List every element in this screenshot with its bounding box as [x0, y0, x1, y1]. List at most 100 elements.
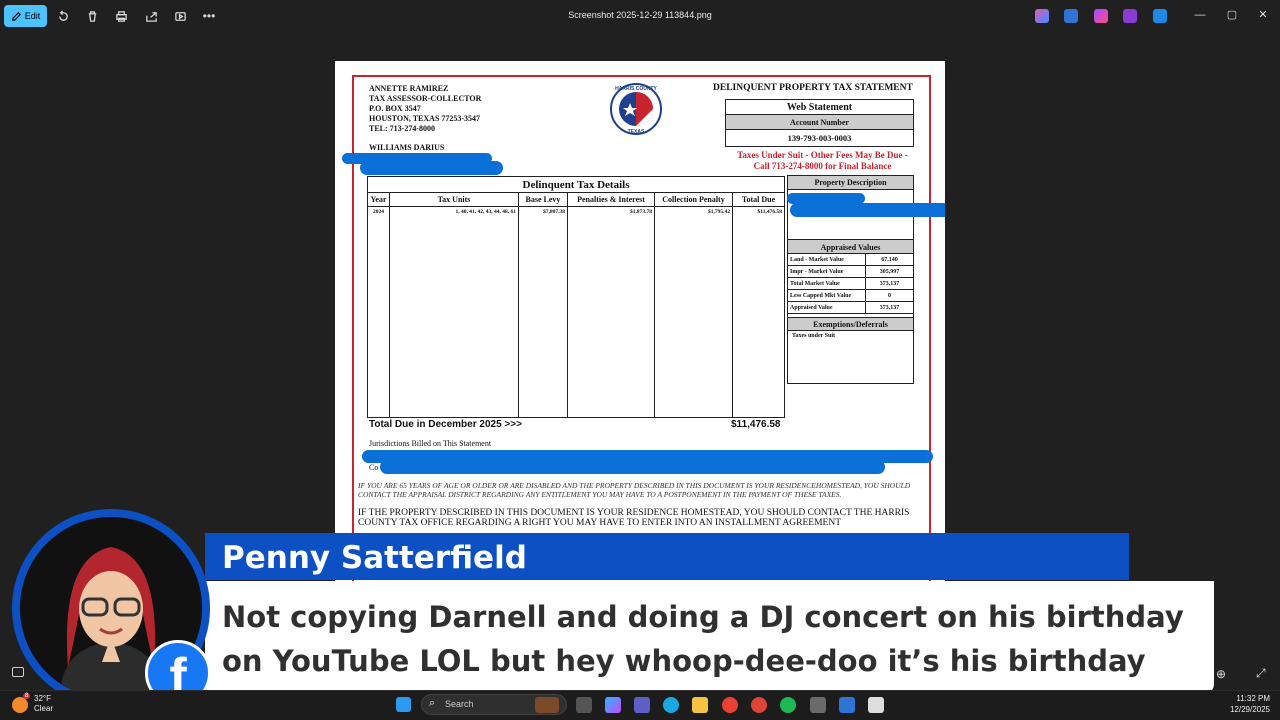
- designer-icon[interactable]: [1094, 9, 1108, 23]
- column-header: Tax Units: [390, 193, 519, 206]
- exemptions-value: Taxes under Suit: [787, 331, 914, 384]
- filmstrip-icon[interactable]: [12, 667, 24, 677]
- onedrive-icon[interactable]: [1153, 9, 1167, 23]
- suit-notice: Taxes Under Suit - Other Fees May Be Due…: [737, 150, 908, 171]
- column-header: Base Levy: [519, 193, 568, 206]
- file-explorer-icon[interactable]: [692, 697, 708, 713]
- search-icon: ⌕: [429, 697, 436, 709]
- redaction-mark: [790, 203, 945, 217]
- search-highlight-icon[interactable]: [535, 697, 559, 713]
- table-cell: 2024: [368, 207, 390, 417]
- account-number-label: Account Number: [726, 115, 913, 130]
- appraised-value: 0: [888, 293, 891, 299]
- redaction-mark: [380, 460, 885, 474]
- table-cell: $11,476.58: [757, 209, 782, 215]
- seal-bottom-text: TEXAS: [628, 129, 645, 135]
- appraised-key: Impr - Market Value: [788, 266, 866, 277]
- clipchamp-icon[interactable]: [1123, 9, 1137, 23]
- statement-title: DELINQUENT PROPERTY TAX STATEMENT: [713, 83, 913, 93]
- system-clock[interactable]: 11:32 PM 12/29/2025: [1218, 693, 1270, 715]
- table-row: 2024 1, 40, 41, 42, 43, 44, 48, 61 $7,80…: [368, 207, 784, 417]
- account-box: Web Statement Account Number 139-793-003…: [725, 99, 914, 147]
- appraised-value: 305,997: [879, 269, 900, 275]
- appraised-value: 373,137: [879, 281, 900, 287]
- seal-top-text: HARRIS COUNTY: [615, 86, 657, 92]
- calculator-icon[interactable]: [810, 697, 826, 713]
- window-title: Screenshot 2025-12-29 113844.png: [568, 10, 712, 20]
- minimize-icon[interactable]: —: [1193, 8, 1207, 22]
- appraised-row: Land - Market Value 67,140: [787, 254, 914, 266]
- start-icon[interactable]: [396, 697, 411, 712]
- appraised-row: Impr - Market Value 305,997: [787, 266, 914, 278]
- top-toolbar: Edit ••• Screenshot 2025-12-29 113844.pn…: [0, 0, 1280, 32]
- harris-county-seal: HARRIS COUNTY TEXAS: [610, 83, 662, 135]
- spotify-icon[interactable]: [780, 697, 796, 713]
- search-placeholder: Search: [445, 699, 474, 709]
- assessor-line: HOUSTON, TEXAS 77253-3547: [369, 114, 481, 123]
- edge-icon[interactable]: [663, 697, 679, 713]
- owner-name: WILLIAMS DARIUS: [369, 143, 445, 152]
- assessor-address: ANNETTE RAMIREZ TAX ASSESSOR-COLLECTOR P…: [369, 84, 481, 134]
- table-cell: $7,807.38: [519, 207, 568, 417]
- photo-editor-icon[interactable]: [1064, 9, 1078, 23]
- weather-widget[interactable]: 32°F Clear: [34, 694, 53, 714]
- total-due-label: Total Due in December 2025 >>>: [369, 419, 522, 430]
- close-icon[interactable]: ✕: [1256, 8, 1270, 22]
- column-header: Year: [368, 193, 390, 206]
- table-cell: 1, 40, 41, 42, 43, 44, 48, 61: [390, 207, 519, 417]
- comment-text: Not copying Darnell and doing a DJ conce…: [222, 600, 1184, 678]
- appraised-row: Total Market Value 373,137: [787, 278, 914, 290]
- maximize-icon[interactable]: ▢: [1225, 8, 1239, 22]
- co-label: Co: [369, 463, 379, 472]
- senior-notice: IF YOU ARE 65 YEARS OF AGE OR OLDER OR A…: [358, 481, 911, 499]
- chrome-icon[interactable]: [722, 697, 738, 713]
- account-number: 139-793-003-0003: [787, 133, 852, 143]
- web-statement-label: Web Statement: [726, 100, 913, 115]
- temperature: 32°F: [34, 694, 51, 703]
- assessor-line: P.O. BOX 3547: [369, 104, 421, 113]
- assessor-line: TAX ASSESSOR-COLLECTOR: [369, 94, 482, 103]
- appraised-key: Total Market Value: [788, 278, 866, 289]
- notepad-icon[interactable]: [868, 697, 884, 713]
- appraised-value: 373,137: [879, 305, 900, 311]
- weather-condition: Clear: [34, 704, 54, 713]
- homestead-notice: IF THE PROPERTY DESCRIBED IN THIS DOCUME…: [358, 508, 910, 528]
- task-view-icon[interactable]: [576, 697, 592, 713]
- appraised-values-box: Appraised Values Land - Market Value 67,1…: [787, 239, 914, 314]
- jurisdictions-label: Jurisdictions Billed on This Statement: [369, 439, 492, 448]
- appraised-key: Appraised Value: [788, 302, 866, 313]
- appraised-key: Land - Market Value: [788, 254, 866, 265]
- total-due-value: $11,476.58: [731, 419, 781, 430]
- chrome-profile-icon[interactable]: [751, 697, 767, 713]
- column-header: Penalties & Interest: [568, 193, 655, 206]
- property-description-header: Property Description: [788, 176, 913, 190]
- assessor-line: ANNETTE RAMIREZ: [369, 84, 449, 93]
- table-cell: $1,873.78: [568, 207, 655, 417]
- redaction-mark: [360, 161, 503, 175]
- appraised-row: Appraised Value 373,137: [787, 302, 914, 314]
- zoom-icon[interactable]: ⊕: [1216, 667, 1226, 681]
- weather-icon[interactable]: [12, 697, 28, 713]
- clock-time: 11:32 PM: [1236, 694, 1270, 703]
- teams-icon[interactable]: [634, 697, 650, 713]
- column-header: Collection Penalty: [655, 193, 733, 206]
- exemptions-box: Exemptions/Deferrals Taxes under Suit: [787, 317, 914, 384]
- commenter-name: Penny Satterfield: [222, 540, 527, 576]
- copilot-icon[interactable]: [1035, 9, 1049, 23]
- copilot-taskbar-icon[interactable]: [605, 697, 621, 713]
- assessor-line: TEL: 713-274-8000: [369, 124, 435, 133]
- table-cell: $1,795.42: [655, 207, 733, 417]
- table-header-row: Year Tax Units Base Levy Penalties & Int…: [368, 193, 784, 207]
- appraised-values-header: Appraised Values: [787, 239, 914, 254]
- delinquent-tax-table: Delinquent Tax Details Year Tax Units Ba…: [367, 176, 785, 418]
- appraised-key: Less Capped Mkt Value: [788, 290, 866, 301]
- table-title: Delinquent Tax Details: [368, 177, 784, 193]
- clock-date: 12/29/2025: [1229, 705, 1270, 714]
- fullscreen-icon[interactable]: ⤢: [1256, 666, 1266, 681]
- column-header: Total Due: [741, 195, 776, 204]
- exemptions-header: Exemptions/Deferrals: [787, 317, 914, 331]
- tax-statement-image: ANNETTE RAMIREZ TAX ASSESSOR-COLLECTOR P…: [335, 61, 945, 581]
- photos-icon[interactable]: [839, 697, 855, 713]
- appraised-row: Less Capped Mkt Value 0: [787, 290, 914, 302]
- appraised-value: 67,140: [881, 257, 898, 263]
